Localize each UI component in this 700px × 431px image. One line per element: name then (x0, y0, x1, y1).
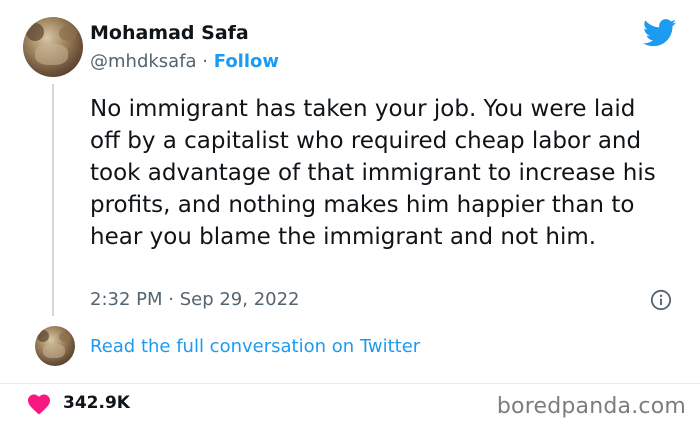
separator-dot: · (196, 51, 214, 72)
follow-button[interactable]: Follow (214, 51, 279, 72)
tweet-text: No immigrant has taken your job. You wer… (90, 96, 656, 250)
tweet-timestamp[interactable]: 2:32 PM · Sep 29, 2022 (90, 289, 300, 310)
info-icon[interactable] (650, 289, 672, 311)
twitter-bird-icon[interactable] (643, 19, 677, 47)
read-full-conversation-link[interactable]: Read the full conversation on Twitter (90, 336, 420, 357)
author-avatar[interactable] (23, 17, 83, 77)
reply-avatar[interactable] (35, 326, 75, 366)
like-count: 342.9K (63, 393, 130, 413)
author-name[interactable]: Mohamad Safa (90, 22, 249, 44)
thread-line (52, 84, 54, 316)
watermark: boredpanda.com (496, 394, 686, 419)
divider (0, 383, 700, 384)
author-handle-line: @mhdksafa · Follow (90, 51, 279, 72)
author-handle[interactable]: @mhdksafa (90, 51, 197, 72)
heart-icon[interactable] (27, 393, 51, 415)
